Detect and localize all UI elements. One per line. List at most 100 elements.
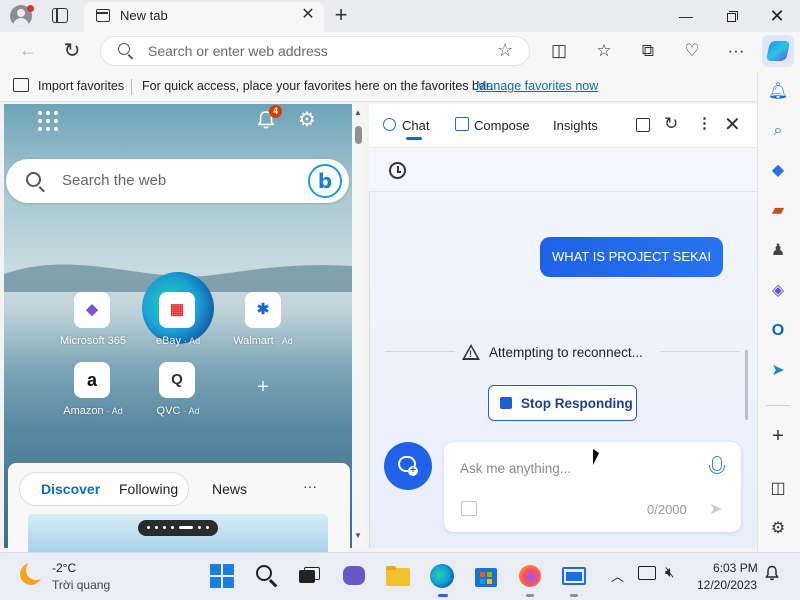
new-topic-button[interactable]: + [384,442,432,490]
qvc-tile-icon[interactable]: Q [159,362,195,398]
new-tab-button[interactable]: + [330,4,352,26]
window-minimize-button[interactable]: — [672,4,700,28]
sidebar-tools-briefcase-icon[interactable]: ▰ [765,198,791,224]
weather-moon-icon[interactable] [20,560,46,585]
site-label-qvc[interactable]: QVC · Ad [133,405,223,417]
clock-date[interactable]: 12/20/2023 [697,578,757,592]
carousel-indicator[interactable] [138,520,218,536]
notification-badge: 4 [269,105,282,118]
back-button[interactable]: ← [16,40,40,61]
chat-scrollbar-thumb[interactable] [745,350,748,420]
copilot-more-icon[interactable]: ⋮ [697,114,712,132]
chat-input[interactable]: Ask me anything... [460,461,571,476]
stop-icon [500,397,512,409]
window-restore-button[interactable] [718,4,746,28]
page-settings-gear-icon[interactable]: ⚙ [296,109,318,131]
sidebar-settings-gear-icon[interactable]: ⚙ [765,516,791,542]
warning-exclamation: ! [469,349,472,359]
firefox-icon[interactable] [516,562,544,590]
sidebar-hide-icon[interactable]: ◫ [765,476,791,502]
add-image-icon[interactable] [461,501,477,516]
weather-description[interactable]: Trời quang [52,578,110,592]
tab-title: New tab [120,8,168,23]
open-in-new-tab-icon[interactable] [636,118,650,132]
edge-browser-taskbar-icon[interactable] [428,562,456,590]
send-icon[interactable]: ➤ [709,499,722,519]
sidebar-microsoft-365-icon[interactable]: ◈ [765,278,791,304]
start-menu-windows-icon[interactable] [208,562,236,590]
window-close-button[interactable]: ✕ [763,4,791,28]
sidebar-search-icon[interactable]: ⌕ [765,118,791,144]
active-tab-indicator [406,137,422,140]
profile-alert-dot [27,5,34,12]
refresh-button[interactable]: ↻ [60,38,84,63]
character-count: 0/2000 [647,502,687,517]
scroll-down-arrow-icon[interactable]: ▼ [354,531,362,540]
history-icon[interactable] [389,162,406,179]
settings-more-icon[interactable]: ··· [725,40,747,62]
scrollbar-thumb[interactable] [355,126,362,144]
ebay-tile-icon[interactable]: ▦ [159,292,195,328]
copilot-refresh-icon[interactable]: ↻ [664,114,678,134]
favorites-bar-message: For quick access, place your favorites h… [142,79,493,93]
browser-essentials-icon[interactable]: ♡ [681,40,703,62]
volume-muted-icon[interactable]: 🔇︎ [665,564,674,581]
split-screen-icon[interactable]: ◫ [548,40,570,62]
task-view-icon[interactable] [296,562,324,590]
address-input[interactable]: Search or enter web address [148,43,328,59]
add-site-button[interactable]: + [252,376,274,398]
microsoft-365-tile-icon[interactable]: ◆ [74,292,110,328]
user-message-bubble: WHAT IS PROJECT SEKAI [540,237,723,277]
sidebar-outlook-icon[interactable]: O [765,318,791,344]
weather-temperature[interactable]: -2°C [52,561,76,575]
teams-chat-icon[interactable] [340,562,368,590]
taskbar-search-icon[interactable] [253,562,281,590]
new-tab-favicon-icon [96,9,110,22]
copilot-tab-chat[interactable]: Chat [402,118,429,133]
sidebar-notifications-bell-icon[interactable]: 🔔︎ [765,79,791,105]
chat-history-bar [369,148,757,192]
sidebar-games-icon[interactable]: ♟ [765,238,791,264]
feed-tab-discover[interactable]: Discover [41,481,100,497]
amazon-tile-icon[interactable]: a [74,362,110,398]
file-explorer-folder-icon[interactable] [384,562,412,590]
copilot-tab-compose[interactable]: Compose [474,118,530,133]
favorites-icon[interactable]: ☆ [593,40,615,62]
tray-overflow-chevron-icon[interactable]: ︿ [611,566,624,585]
copilot-icon[interactable] [762,35,794,67]
search-icon [26,172,41,187]
copilot-tab-insights[interactable]: Insights [553,118,598,133]
scroll-up-arrow-icon[interactable]: ▲ [354,108,362,117]
walmart-tile-icon[interactable]: ✱ [245,292,281,328]
sidebar-add-icon[interactable]: + [765,423,791,449]
site-label-microsoft-365[interactable]: Microsoft 365 [48,335,138,347]
bing-chat-icon[interactable]: b [308,164,342,198]
feed-tab-news[interactable]: News [212,481,247,497]
collections-icon[interactable]: ⧉ [637,40,659,62]
feed-more-button[interactable]: ··· [303,478,317,494]
tab-actions-icon[interactable] [52,8,68,23]
notification-center-icon[interactable] [764,565,780,581]
tab-close-icon[interactable]: ✕ [299,6,317,24]
app-window-icon[interactable] [560,562,588,590]
page-scrollbar[interactable] [352,104,366,548]
add-favorite-star-icon[interactable]: ☆ [497,40,513,61]
chat-icon [383,118,396,131]
site-label-walmart[interactable]: Walmart · Ad [218,335,308,347]
sidebar-divider [766,405,790,406]
sidebar-shopping-tag-icon[interactable]: ◆ [765,158,791,184]
manage-favorites-link[interactable]: Manage favorites now [476,79,598,93]
site-label-ebay[interactable]: eBay · Ad [133,335,223,347]
clock-time[interactable]: 6:03 PM [713,561,758,575]
network-icon[interactable] [638,566,656,580]
site-label-amazon[interactable]: Amazon · Ad [48,405,138,417]
web-search-input[interactable]: Search the web [62,172,166,189]
feed-tab-following[interactable]: Following [119,481,178,497]
import-favorites-button[interactable]: Import favorites [38,79,124,93]
copilot-close-icon[interactable]: ✕ [724,112,741,137]
sidebar-drop-send-icon[interactable]: ➤ [765,358,791,384]
web-search-box[interactable] [6,159,349,203]
microsoft-store-icon[interactable] [472,562,500,590]
app-launcher-icon[interactable] [38,111,58,131]
firefox-running-indicator [526,594,534,597]
